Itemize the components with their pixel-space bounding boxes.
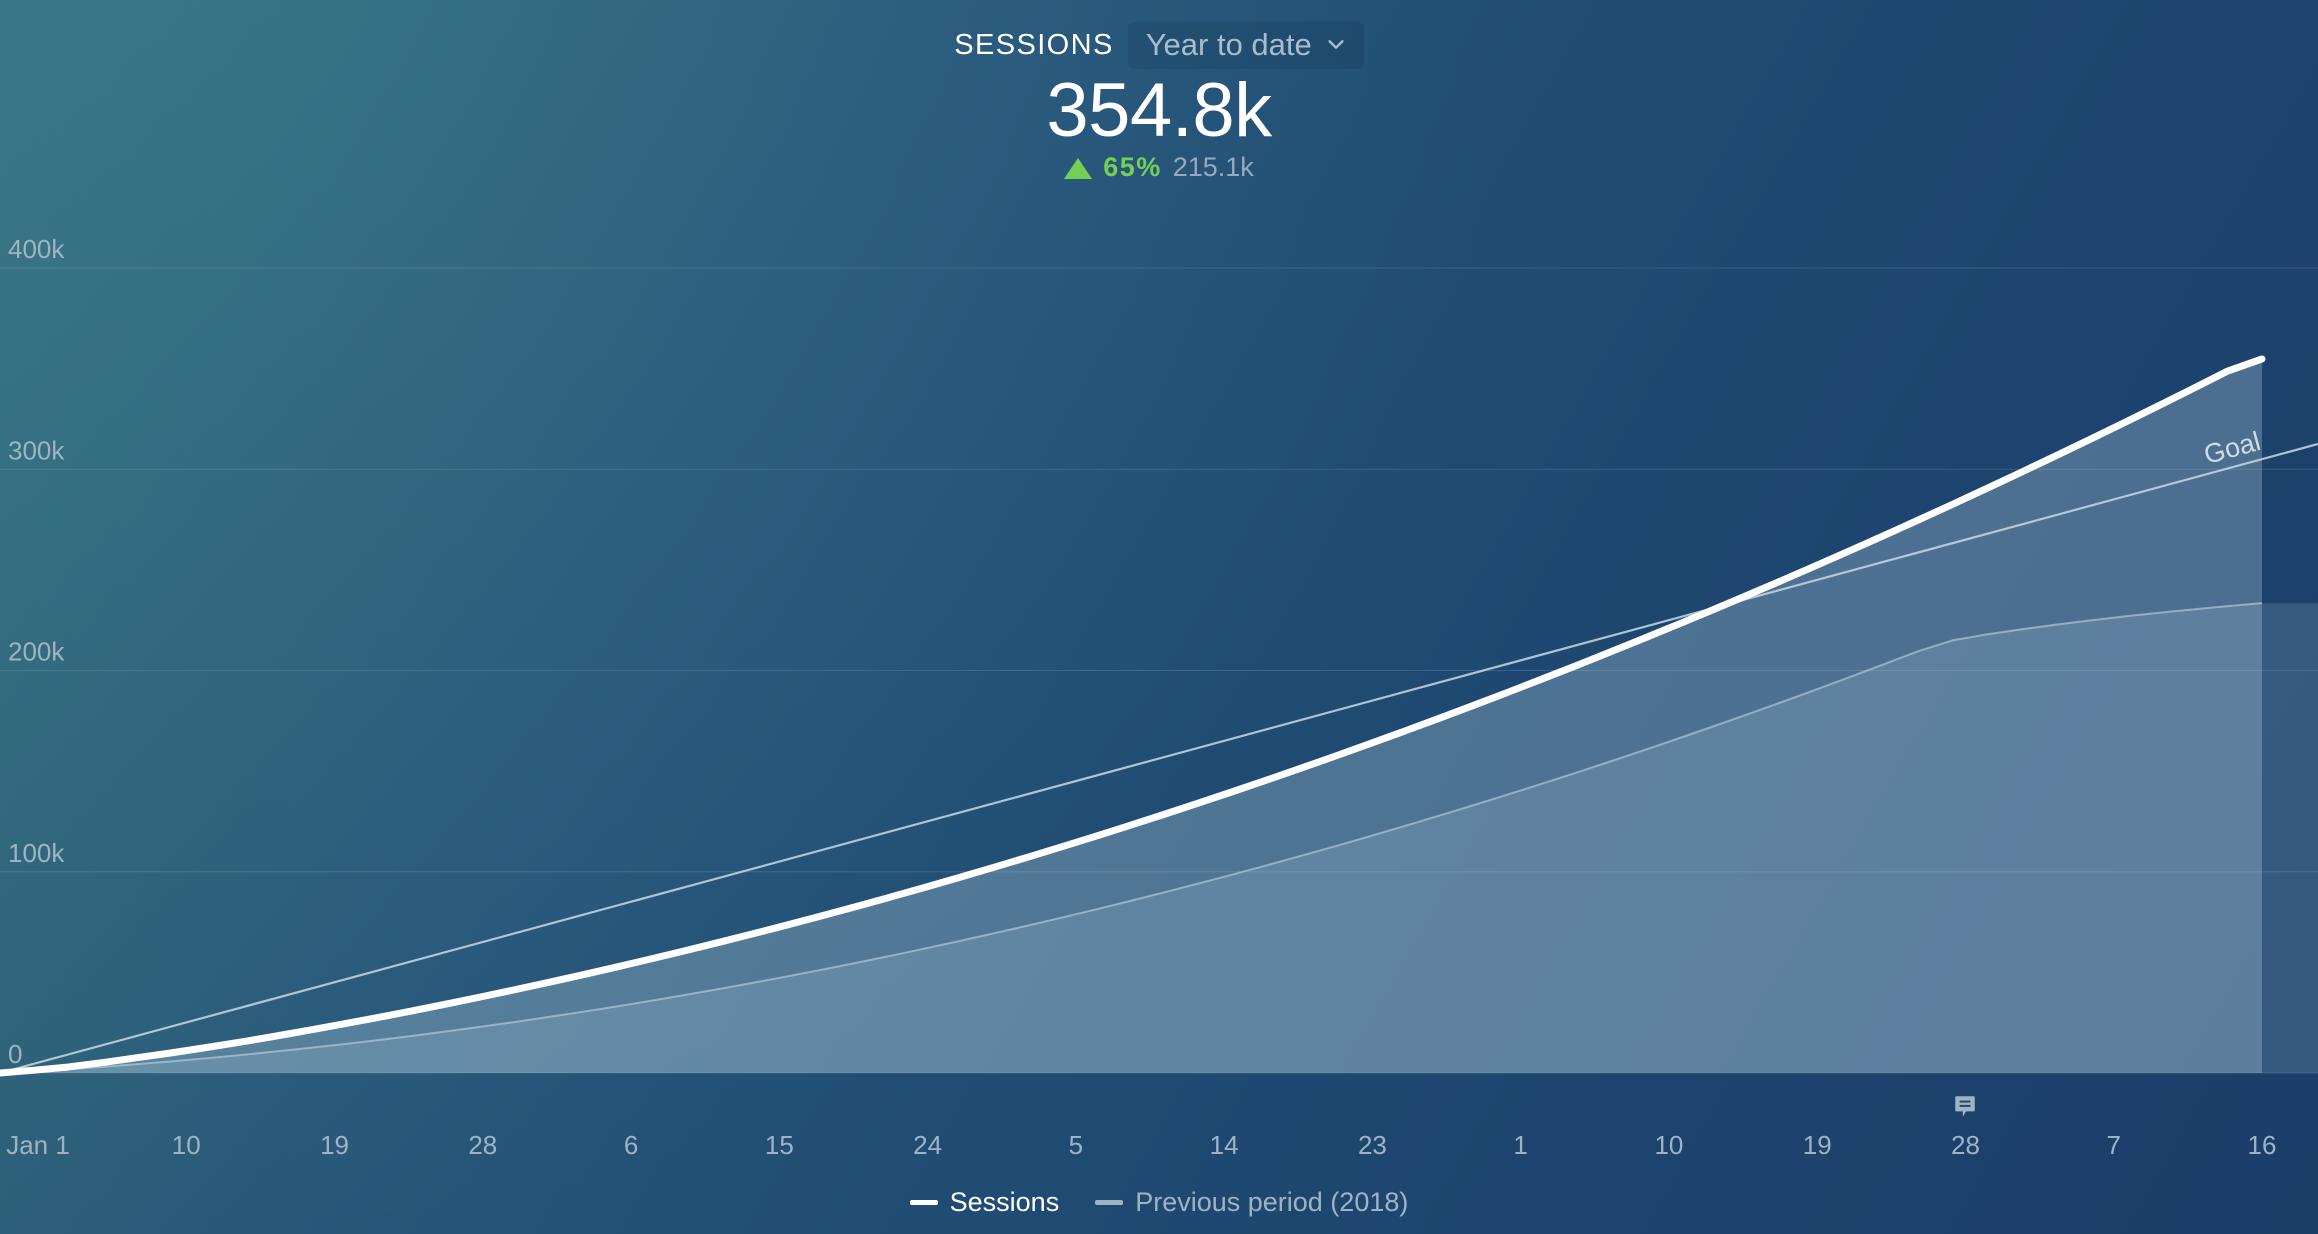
metric-delta: 65% 215.1k (0, 152, 2318, 183)
dashboard-root: Goal 0 100k 200k 300k 400k Jan 1 10 19 28 6 15 24 5… (0, 0, 2318, 1234)
legend-label-previous-period: Previous period (2018) (1135, 1187, 1409, 1217)
triangle-up-icon (1064, 157, 1093, 179)
sessions-area (0, 358, 2262, 1074)
date-range-dropdown[interactable]: Year to date (1127, 21, 1364, 69)
svg-text:200k: 200k (8, 637, 65, 667)
svg-text:14: 14 (1210, 1130, 1239, 1160)
legend-label-sessions: Sessions (949, 1187, 1060, 1217)
legend-swatch-sessions (909, 1200, 938, 1205)
svg-text:Jan 1: Jan 1 (6, 1130, 70, 1160)
svg-text:400k: 400k (8, 234, 65, 264)
svg-text:28: 28 (468, 1130, 497, 1160)
chart-legend: Sessions Previous period (2018) (0, 1187, 2318, 1218)
metric-value: 354.8k (1046, 68, 1272, 153)
sessions-area-chart: Goal 0100k200k300k400k Jan 1 10 19 28 6 15 24 5… (0, 234, 2318, 1160)
svg-text:10: 10 (172, 1130, 201, 1160)
page-title: SESSIONS (954, 28, 1114, 61)
svg-text:1: 1 (1513, 1130, 1527, 1160)
x-axis-labels: Jan 1 10 19 28 6 15 24 5 14 23 1 10 19 28 7 16 (6, 1130, 2276, 1160)
legend-item-sessions[interactable]: Sessions (909, 1187, 1060, 1218)
legend-swatch-previous-period (1095, 1200, 1124, 1205)
metric-header: SESSIONS Year to date 354.8k 65% 215.1k (0, 21, 2318, 183)
svg-text:19: 19 (320, 1130, 349, 1160)
svg-text:23: 23 (1358, 1130, 1387, 1160)
comment-icon-glyph (1955, 1096, 1976, 1117)
metric-header-row: SESSIONS Year to date (0, 21, 2318, 69)
chevron-down-icon (1328, 40, 1344, 49)
svg-text:100k: 100k (8, 838, 65, 868)
svg-text:6: 6 (624, 1130, 638, 1160)
chart-area: Goal 0 100k 200k 300k 400k Jan 1 10 19 28 6 15 24 5… (0, 0, 2318, 1234)
svg-text:5: 5 (1069, 1130, 1083, 1160)
svg-text:24: 24 (913, 1130, 942, 1160)
y-axis-labels: 0 100k 200k 300k 400k (8, 234, 65, 1069)
svg-text:15: 15 (765, 1130, 794, 1160)
svg-text:7: 7 (2106, 1130, 2120, 1160)
delta-previous-value: 215.1k (1172, 151, 1254, 182)
comment-icon[interactable] (1952, 1093, 1978, 1124)
date-range-label: Year to date (1145, 26, 1312, 62)
svg-text:10: 10 (1654, 1130, 1683, 1160)
svg-text:28: 28 (1951, 1130, 1980, 1160)
svg-text:16: 16 (2248, 1130, 2277, 1160)
delta-percent: 65% (1103, 151, 1162, 182)
legend-item-previous-period[interactable]: Previous period (2018) (1095, 1187, 1408, 1218)
svg-text:19: 19 (1803, 1130, 1832, 1160)
svg-text:300k: 300k (8, 435, 65, 465)
svg-text:0: 0 (8, 1039, 22, 1069)
